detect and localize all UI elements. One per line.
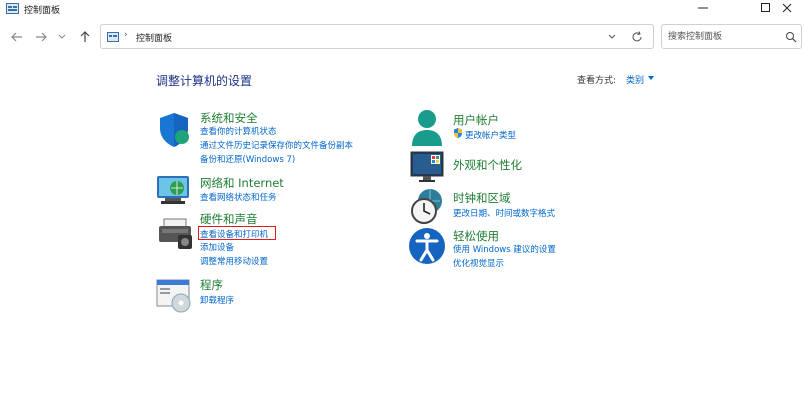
breadcrumb-control-panel[interactable]: 控制面板 bbox=[136, 31, 172, 44]
arrow-right-icon bbox=[36, 32, 47, 42]
link-file-history-backup[interactable]: 通过文件历史记录保存你的文件备份副本 bbox=[200, 139, 353, 151]
link-change-account-type[interactable]: 更改帐户类型 bbox=[465, 129, 516, 141]
link-mobility-settings[interactable]: 调整常用移动设置 bbox=[200, 255, 268, 267]
user-accounts-icon[interactable] bbox=[409, 108, 449, 148]
network-globe-icon[interactable] bbox=[155, 172, 195, 212]
appearance-monitor-icon[interactable] bbox=[409, 148, 449, 188]
window-title: 控制面板 bbox=[24, 6, 61, 16]
page-heading: 调整计算机的设置 bbox=[156, 74, 253, 88]
category-system-security[interactable]: 系统和安全 bbox=[200, 110, 258, 126]
control-panel-window: 控制面板 › 控制面板 调整计算机的设 bbox=[0, 0, 804, 411]
category-appearance-personalization[interactable]: 外观和个性化 bbox=[453, 157, 522, 173]
up-button[interactable] bbox=[76, 28, 94, 46]
search-box[interactable] bbox=[661, 24, 802, 49]
caret-down-icon[interactable] bbox=[648, 76, 654, 81]
back-button[interactable] bbox=[8, 28, 26, 46]
address-bar[interactable]: › 控制面板 bbox=[100, 24, 654, 49]
refresh-icon[interactable] bbox=[630, 30, 644, 44]
link-view-computer-status[interactable]: 查看你的计算机状态 bbox=[200, 125, 277, 137]
minimize-button[interactable] bbox=[685, 0, 721, 16]
chevron-down-icon bbox=[58, 34, 66, 39]
link-view-network-status[interactable]: 查看网络状态和任务 bbox=[200, 191, 277, 203]
minimize-icon bbox=[698, 7, 708, 9]
close-icon bbox=[782, 3, 792, 13]
printer-icon[interactable] bbox=[156, 213, 196, 253]
control-panel-icon bbox=[107, 32, 119, 42]
category-network-internet[interactable]: 网络和 Internet bbox=[200, 175, 284, 191]
view-by-label: 查看方式: bbox=[577, 76, 617, 86]
chevron-down-icon[interactable] bbox=[606, 31, 618, 43]
category-clock-region[interactable]: 时钟和区域 bbox=[453, 190, 511, 206]
breadcrumb-separator[interactable]: › bbox=[124, 30, 128, 40]
arrow-left-icon bbox=[11, 32, 22, 42]
category-user-accounts[interactable]: 用户帐户 bbox=[453, 112, 499, 128]
control-panel-app-icon bbox=[6, 3, 19, 14]
clock-globe-icon[interactable] bbox=[408, 187, 448, 227]
link-change-date-time-format[interactable]: 更改日期、时间或数字格式 bbox=[453, 207, 555, 219]
arrow-up-icon bbox=[80, 31, 90, 42]
programs-icon[interactable] bbox=[155, 276, 195, 316]
uac-shield-icon bbox=[454, 128, 462, 138]
category-hardware-sound[interactable]: 硬件和声音 bbox=[200, 211, 258, 227]
link-optimize-visual-display[interactable]: 优化视觉显示 bbox=[453, 257, 504, 269]
link-add-device[interactable]: 添加设备 bbox=[200, 241, 234, 253]
link-windows-recommended-settings[interactable]: 使用 Windows 建议的设置 bbox=[453, 243, 556, 255]
search-icon[interactable] bbox=[785, 31, 797, 43]
search-input[interactable] bbox=[668, 30, 778, 44]
category-programs[interactable]: 程序 bbox=[200, 277, 223, 293]
title-bar: 控制面板 bbox=[0, 0, 804, 20]
link-uninstall-program[interactable]: 卸载程序 bbox=[200, 294, 234, 306]
close-button[interactable] bbox=[770, 0, 804, 16]
link-backup-restore[interactable]: 备份和还原(Windows 7) bbox=[200, 153, 295, 165]
recent-locations-button[interactable] bbox=[56, 28, 68, 46]
accessibility-icon[interactable] bbox=[408, 227, 448, 267]
view-by-dropdown[interactable]: 类别 bbox=[626, 73, 644, 86]
category-ease-of-access[interactable]: 轻松使用 bbox=[453, 228, 499, 244]
highlight-box bbox=[198, 226, 276, 240]
shield-icon[interactable] bbox=[156, 110, 196, 150]
forward-button[interactable] bbox=[32, 28, 50, 46]
